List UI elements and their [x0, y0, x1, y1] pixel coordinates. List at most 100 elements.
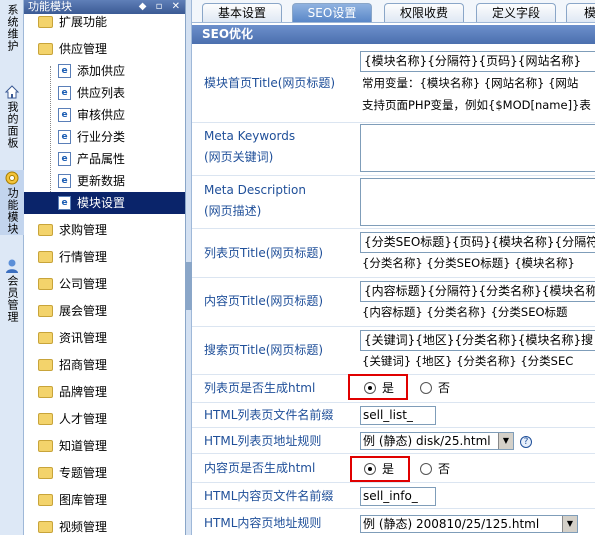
- content-title-input[interactable]: {内容标题}{分隔符}{分类名称}{模块名称: [360, 281, 595, 302]
- tree-item-label: 图库管理: [59, 493, 108, 507]
- chevron-down-icon[interactable]: ▼: [498, 433, 513, 449]
- side-tab-members-label: 会员管理: [6, 275, 19, 323]
- folder-icon: [38, 223, 53, 236]
- meta-keywords-input[interactable]: [360, 124, 595, 172]
- content-prefix-input[interactable]: sell_info_: [360, 487, 436, 506]
- chevron-down-icon[interactable]: ▼: [562, 516, 577, 532]
- content-prefix-label: HTML内容页文件名前缀: [204, 489, 334, 503]
- list-rule-row: HTML列表页地址规则 例 (静态) disk/25.html ▼ ?: [192, 429, 595, 454]
- meta-keywords-label: Meta Keywords: [204, 129, 296, 143]
- search-title-row: 搜索页Title(网页标题) {关键词}{地区}{分类名称}{模块名称}搜 {关…: [192, 328, 595, 375]
- meta-description-input[interactable]: [360, 178, 595, 226]
- content-html-yes[interactable]: 是: [364, 460, 394, 478]
- tree-folder[interactable]: 公司管理: [38, 273, 185, 295]
- side-tab-modules[interactable]: 功能模块: [0, 170, 24, 235]
- content-rule-select[interactable]: 例 (静态) 200810/25/125.html ▼: [360, 515, 578, 533]
- tree-folder[interactable]: 行情管理: [38, 246, 185, 268]
- meta-description-row: Meta Description (网页描述): [192, 177, 595, 229]
- list-title-label: 列表页Title(网页标题): [204, 246, 324, 260]
- list-html-row: 列表页是否生成html 是 否: [192, 374, 595, 403]
- list-prefix-input[interactable]: sell_list_: [360, 406, 436, 425]
- list-html-no-radio[interactable]: [420, 381, 432, 394]
- list-html-yes-radio[interactable]: [364, 381, 376, 394]
- side-tab-members[interactable]: 会员管理: [0, 258, 24, 323]
- tree-folder[interactable]: 展会管理: [38, 300, 185, 322]
- content-rule-value: 例 (静态) 200810/25/125.html: [363, 517, 540, 531]
- home-icon: [4, 85, 20, 99]
- tree-folder[interactable]: 图库管理: [38, 489, 185, 511]
- content-html-yes-radio[interactable]: [364, 462, 376, 475]
- content-html-no-radio[interactable]: [420, 462, 432, 475]
- tree-item-label: 公司管理: [59, 277, 108, 291]
- page-icon: e: [58, 173, 71, 188]
- tab-fields[interactable]: 定义字段: [476, 3, 556, 22]
- folder-icon: [38, 439, 53, 452]
- module-tree-panel: 功能模块 ◆ ▫ ✕ 扩展功能 供应管理 e 添加供应 e 供应列表 e 审核供应 e 行业分类 e…: [24, 0, 186, 535]
- tab-basic[interactable]: 基本设置: [202, 3, 282, 22]
- help-icon[interactable]: ?: [520, 436, 532, 448]
- tree-item[interactable]: e 更新数据: [24, 170, 185, 192]
- list-rule-label: HTML列表页地址规则: [204, 434, 322, 448]
- folder-icon: [38, 15, 53, 28]
- side-tab-panel[interactable]: 我的面板: [0, 84, 24, 149]
- tree-item-label: 展会管理: [59, 304, 108, 318]
- tree-item[interactable]: e 添加供应: [24, 60, 185, 82]
- content-html-label: 内容页是否生成html: [204, 461, 316, 475]
- home-title-row: 模块首页Title(网页标题) {模块名称}{分隔符}{页码}{网站名称} 常用…: [192, 47, 595, 123]
- tree-item-label: 产品属性: [77, 152, 126, 166]
- tree-folder[interactable]: 扩展功能: [38, 11, 185, 33]
- tree-item-label: 行业分类: [77, 130, 126, 144]
- tree-item[interactable]: e 行业分类: [24, 126, 185, 148]
- page-icon: e: [58, 129, 71, 144]
- tree-item[interactable]: e 供应列表: [24, 82, 185, 104]
- tree-item-label: 扩展功能: [59, 15, 108, 29]
- tree-folder[interactable]: 知道管理: [38, 435, 185, 457]
- tree-item[interactable]: e 模块设置: [24, 192, 185, 214]
- side-tab-strip: 系统维护 我的面板 功能模块 会员管理: [0, 0, 24, 535]
- tree-folder[interactable]: 供应管理: [38, 38, 185, 60]
- tree-folder[interactable]: 资讯管理: [38, 327, 185, 349]
- side-tab-panel-label: 我的面板: [6, 101, 19, 149]
- folder-icon: [38, 358, 53, 371]
- folder-icon: [38, 412, 53, 425]
- tree-item-label: 求购管理: [59, 223, 108, 237]
- side-tab-modules-label: 功能模块: [6, 187, 19, 235]
- tab-seo[interactable]: SEO设置: [292, 3, 372, 22]
- settings-tabbar: 基本设置 SEO设置 权限收费 定义字段 模板: [192, 0, 595, 23]
- folder-icon: [38, 385, 53, 398]
- tree-folder[interactable]: 求购管理: [38, 219, 185, 241]
- list-title-input[interactable]: {分类SEO标题}{页码}{模块名称}{分隔符: [360, 232, 595, 253]
- list-title-hint: {分类名称} {分类SEO标题} {模块名称}: [362, 256, 575, 270]
- content-html-no[interactable]: 否: [420, 460, 450, 478]
- content-title-label: 内容页Title(网页标题): [204, 294, 324, 308]
- side-tab-system-label: 系统维护: [6, 4, 19, 52]
- folder-icon: [38, 250, 53, 263]
- tree-item[interactable]: e 产品属性: [24, 148, 185, 170]
- tree-item[interactable]: e 审核供应: [24, 104, 185, 126]
- tree-folder[interactable]: 专题管理: [38, 462, 185, 484]
- meta-keywords-row: Meta Keywords (网页关键词): [192, 124, 595, 176]
- section-title: SEO优化: [192, 25, 595, 44]
- tree-folder[interactable]: 人才管理: [38, 408, 185, 430]
- tab-permission[interactable]: 权限收费: [384, 3, 464, 22]
- tree-folder[interactable]: 品牌管理: [38, 381, 185, 403]
- page-icon: e: [58, 63, 71, 78]
- side-tab-system[interactable]: 系统维护: [0, 4, 24, 52]
- list-html-no-label: 否: [438, 381, 451, 395]
- content-html-yes-label: 是: [382, 462, 395, 476]
- tree-item-label: 招商管理: [59, 358, 108, 372]
- folder-icon: [38, 331, 53, 344]
- search-title-hint: {关键词} {地区} {分类名称} {分类SEC: [362, 354, 574, 368]
- home-title-label: 模块首页Title(网页标题): [204, 76, 336, 90]
- tab-template[interactable]: 模板: [566, 3, 595, 22]
- list-html-yes[interactable]: 是: [364, 379, 394, 397]
- list-rule-select[interactable]: 例 (静态) disk/25.html ▼: [360, 432, 514, 450]
- list-html-no[interactable]: 否: [420, 379, 450, 397]
- search-title-input[interactable]: {关键词}{地区}{分类名称}{模块名称}搜: [360, 330, 595, 351]
- tree-folder[interactable]: 视频管理: [38, 516, 185, 535]
- settings-panel: 基本设置 SEO设置 权限收费 定义字段 模板 SEO优化 模块首页Title(…: [192, 0, 595, 535]
- tree-item-label: 审核供应: [77, 108, 126, 122]
- home-title-input[interactable]: {模块名称}{分隔符}{页码}{网站名称}: [360, 51, 595, 72]
- list-html-yes-label: 是: [382, 381, 395, 395]
- tree-folder[interactable]: 招商管理: [38, 354, 185, 376]
